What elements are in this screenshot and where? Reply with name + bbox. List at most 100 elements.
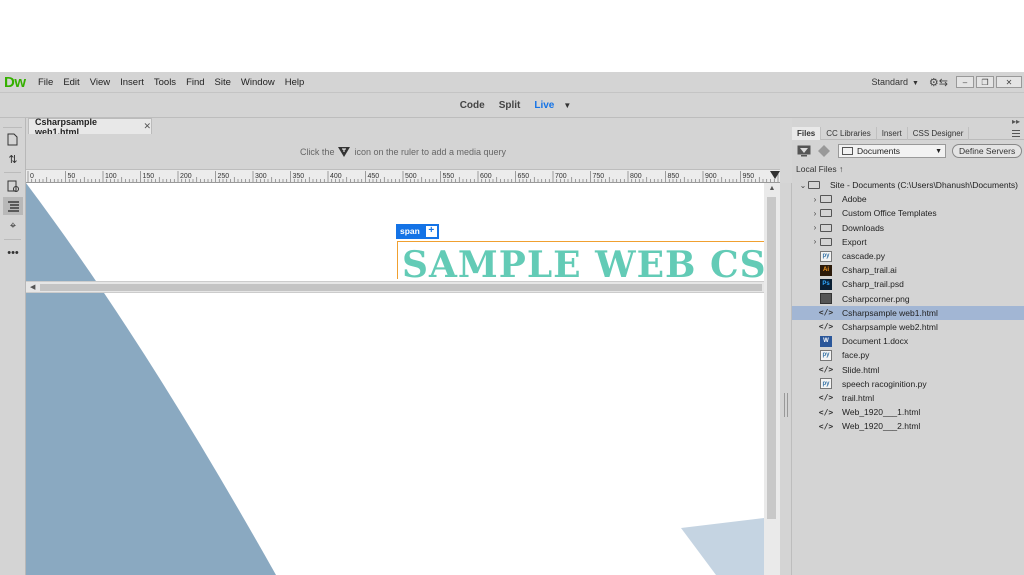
ruler-label: 550 (443, 173, 455, 180)
file-row[interactable]: Ai Csharp_trail.ai (792, 263, 1024, 277)
folder-row[interactable]: › Adobe (792, 192, 1024, 206)
more-tools-icon[interactable]: ••• (3, 244, 23, 262)
file-name: Document 1.docx (842, 336, 909, 347)
folder-icon (820, 209, 832, 218)
file-row[interactable]: Csharpcorner.png (792, 292, 1024, 306)
code-inspect-icon[interactable] (3, 177, 23, 195)
file-row[interactable]: </> Csharpsample web2.html (792, 320, 1024, 334)
live-view-canvas[interactable]: span + SAMPLE WEB CS ◀ (26, 183, 764, 575)
open-documents-icon[interactable] (3, 130, 23, 148)
local-files-header[interactable]: Local Files ↑ (796, 164, 843, 174)
site-location-select[interactable]: Documents ▼ (838, 144, 946, 158)
vertical-scrollbar[interactable]: ▲ (764, 183, 780, 575)
selected-element-outline[interactable]: SAMPLE WEB CS (397, 241, 764, 279)
menu-bar: Dw File Edit View Insert Tools Find Site… (0, 72, 1024, 92)
chevron-right-icon[interactable]: › (810, 223, 820, 232)
tab-files[interactable]: Files (792, 127, 822, 140)
view-options-dropdown-icon[interactable]: ▼ (563, 101, 571, 110)
folder-icon (842, 147, 853, 155)
menu-find[interactable]: Find (186, 77, 204, 88)
file-row[interactable]: py speech racoginition.py (792, 377, 1024, 391)
file-row[interactable]: </> Web_1920___2.html (792, 419, 1024, 433)
page-heading[interactable]: SAMPLE WEB CS (402, 244, 764, 279)
maximize-button[interactable]: ❐ (976, 76, 994, 88)
define-servers-button[interactable]: Define Servers (952, 144, 1023, 158)
menu-tools[interactable]: Tools (154, 77, 176, 88)
minimize-button[interactable]: – (956, 76, 974, 88)
live-view-button[interactable]: Live (534, 100, 554, 111)
illustrator-file-icon: Ai (820, 264, 832, 276)
file-row[interactable]: </> Web_1920___1.html (792, 405, 1024, 419)
vertical-scrollbar-thumb[interactable] (767, 197, 776, 519)
connect-server-icon[interactable] (796, 144, 812, 158)
collapse-panel-icon[interactable]: ▸▸ (792, 118, 1024, 126)
file-row[interactable]: py cascade.py (792, 249, 1024, 263)
document-tab[interactable]: Csharpsample web1.html ✕ (28, 117, 152, 137)
menu-window[interactable]: Window (241, 77, 275, 88)
workspace-switcher[interactable]: Standard ▼ (871, 77, 918, 87)
files-panel: ▸▸ Files CC Libraries Insert CSS Designe… (792, 118, 1024, 575)
scrollbar-thumb[interactable] (40, 284, 762, 291)
splitter-grip[interactable] (784, 393, 788, 417)
python-file-icon: py (820, 250, 832, 262)
element-tag-label[interactable]: span (396, 224, 424, 239)
file-name: face.py (842, 350, 870, 361)
element-target-icon[interactable]: ⌖ (3, 217, 23, 235)
toolbar-grip[interactable] (3, 120, 22, 128)
menu-edit[interactable]: Edit (63, 77, 79, 88)
file-row[interactable]: W Document 1.docx (792, 334, 1024, 348)
folder-row[interactable]: › Export (792, 235, 1024, 249)
menu-help[interactable]: Help (285, 77, 305, 88)
code-view-button[interactable]: Code (460, 100, 485, 111)
file-row[interactable]: </> trail.html (792, 391, 1024, 405)
chevron-right-icon[interactable]: › (810, 209, 820, 218)
close-button[interactable]: ✕ (996, 76, 1022, 88)
panel-menu-icon[interactable] (1012, 130, 1020, 137)
panel-splitter[interactable] (780, 183, 792, 575)
file-name: Csharpsample web2.html (842, 321, 938, 332)
scroll-left-icon[interactable]: ◀ (30, 282, 35, 293)
workspace-label: Standard (871, 77, 908, 87)
blank-top-area (0, 0, 1024, 72)
folder-icon (820, 223, 832, 232)
python-file-icon: py (820, 378, 832, 390)
folder-row[interactable]: › Custom Office Templates (792, 206, 1024, 220)
media-query-hint-end: icon on the ruler to add a media query (354, 147, 507, 157)
file-row[interactable]: </> Csharpsample web1.html (792, 305, 1024, 320)
tab-cc-libraries[interactable]: CC Libraries (821, 127, 877, 140)
scroll-up-icon[interactable]: ▲ (764, 183, 780, 195)
file-row[interactable]: py face.py (792, 348, 1024, 362)
sync-settings-icon[interactable]: ⚙⇆ (929, 76, 948, 89)
menu-site[interactable]: Site (215, 77, 231, 88)
tab-css-designer[interactable]: CSS Designer (908, 127, 970, 140)
chevron-down-icon[interactable]: ⌄ (798, 181, 808, 190)
dreamweaver-logo: Dw (4, 73, 26, 91)
file-management-icon[interactable]: ⇅ (3, 150, 23, 168)
media-query-marker-icon[interactable] (770, 171, 780, 179)
media-query-bar[interactable]: Click the icon on the ruler to add a med… (26, 134, 780, 170)
ruler-label: 300 (255, 173, 267, 180)
menu-insert[interactable]: Insert (120, 77, 144, 88)
horizontal-ruler[interactable]: 0 50 100 150 200 250 300 350 400 450 500 550 600 650 7… (26, 169, 780, 183)
file-row[interactable]: </> Slide.html (792, 362, 1024, 376)
horizontal-scrollbar[interactable]: ◀ (26, 281, 764, 293)
split-view-button[interactable]: Split (499, 100, 521, 111)
menu-file[interactable]: File (38, 77, 53, 88)
site-root-label: Site - Documents (C:\Users\Dhanush\Docum… (830, 180, 1019, 191)
file-row[interactable]: Ps Csharp_trail.psd (792, 277, 1024, 291)
close-tab-icon[interactable]: ✕ (143, 121, 151, 132)
element-hud[interactable]: span + (396, 224, 439, 239)
site-root-row[interactable]: ⌄ Site - Documents (C:\Users\Dhanush\Doc… (792, 178, 1024, 192)
format-source-icon[interactable] (3, 197, 23, 215)
chevron-down-icon: ▼ (911, 80, 919, 87)
code-file-icon: </> (818, 421, 834, 431)
code-file-icon: </> (818, 308, 834, 318)
chevron-right-icon[interactable]: › (810, 195, 820, 204)
menu-view[interactable]: View (90, 77, 110, 88)
add-class-icon[interactable]: + (423, 224, 439, 239)
folder-row[interactable]: › Downloads (792, 221, 1024, 235)
file-name: speech racoginition.py (842, 378, 927, 389)
tab-insert[interactable]: Insert (877, 127, 908, 140)
sync-diamond-icon[interactable] (816, 144, 832, 158)
chevron-right-icon[interactable]: › (810, 237, 820, 246)
